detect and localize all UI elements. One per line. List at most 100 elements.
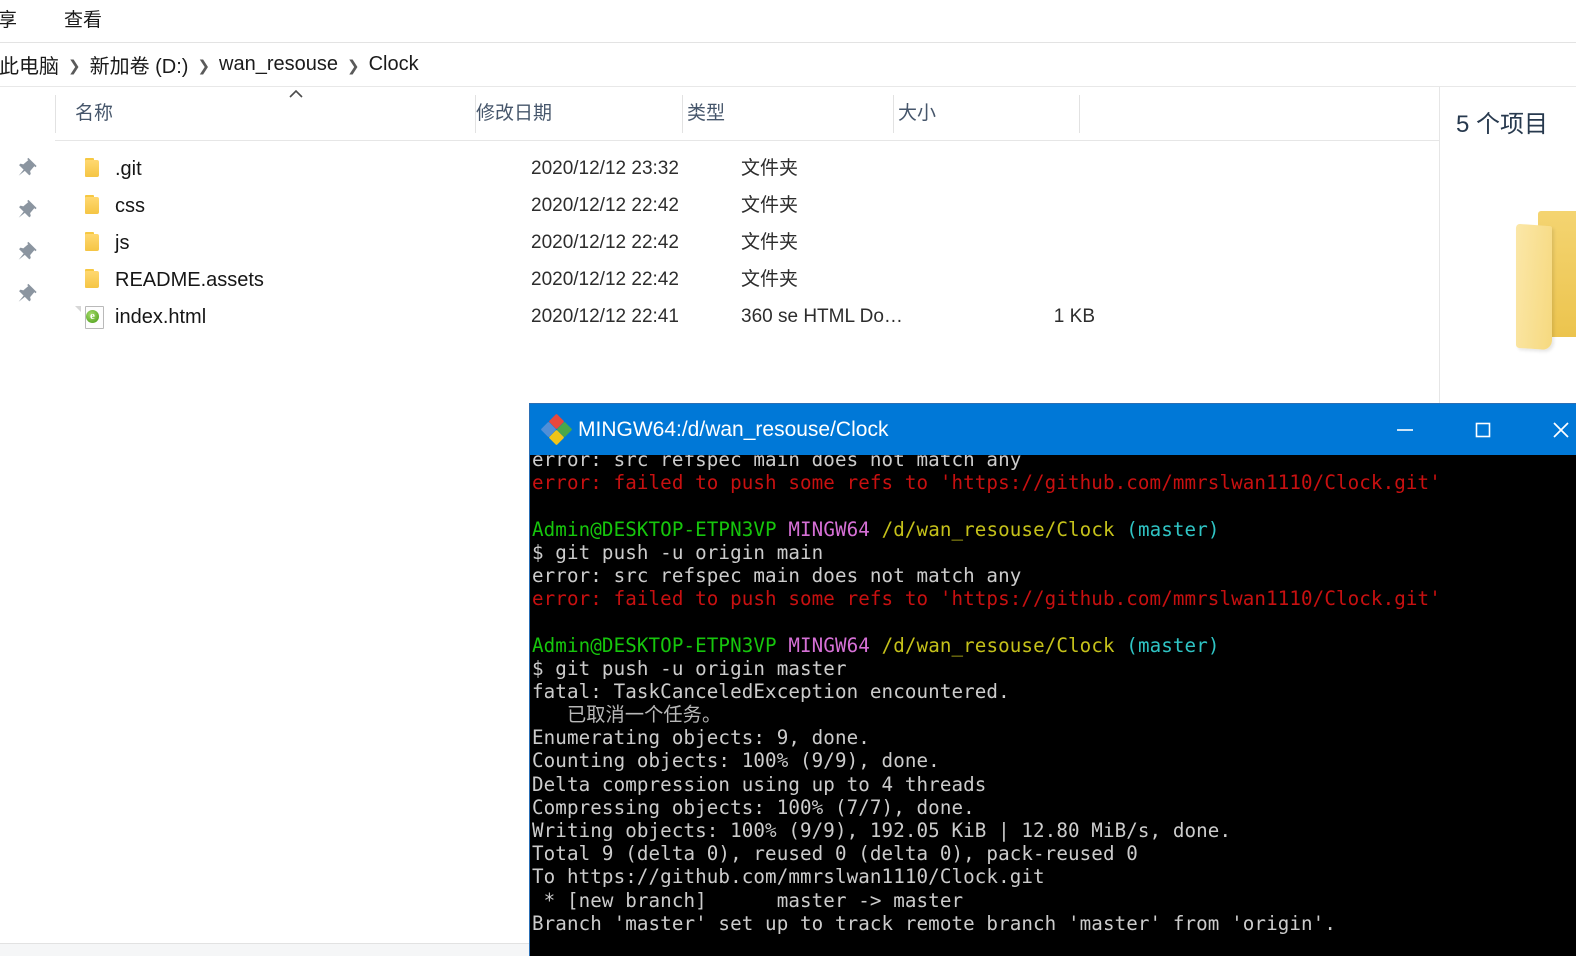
- maximize-icon[interactable]: [1452, 404, 1514, 455]
- file-size: [985, 262, 1095, 298]
- terminal-span: To https://github.com/mmrslwan1110/Clock…: [532, 865, 1045, 889]
- terminal-span: [777, 518, 789, 541]
- mingw64-terminal-window[interactable]: MINGW64:/d/wan_resouse/Clock error: src …: [530, 404, 1576, 956]
- navigation-pane: [0, 87, 56, 956]
- terminal-title-text: MINGW64:/d/wan_resouse/Clock: [578, 418, 889, 441]
- pin-icon[interactable]: [13, 239, 39, 265]
- terminal-span: (master): [1126, 633, 1220, 657]
- terminal-line: fatal: TaskCanceledException encountered…: [532, 680, 1576, 703]
- terminal-line: Enumerating objects: 9, done.: [532, 726, 1576, 749]
- file-date-modified: 2020/12/12 22:42: [531, 269, 679, 290]
- file-type: 文件夹: [741, 195, 799, 216]
- terminal-line: error: failed to push some refs to 'http…: [532, 587, 1576, 610]
- minimize-icon[interactable]: [1374, 404, 1436, 455]
- file-type: 文件夹: [741, 232, 799, 253]
- address-bar[interactable]: 此电脑 ❯ 新加卷 (D:) ❯ wan_resouse ❯ Clock: [0, 43, 1576, 87]
- terminal-span: Counting objects: 100% (9/9), done.: [532, 749, 940, 773]
- ribbon-tab-view[interactable]: 查看: [56, 4, 110, 38]
- terminal-span: fatal: TaskCanceledException encountered…: [532, 679, 1010, 703]
- file-date-modified: 2020/12/12 22:42: [531, 232, 679, 253]
- terminal-span: MINGW64: [788, 633, 870, 657]
- terminal-span: [1115, 634, 1127, 657]
- terminal-line: Compressing objects: 100% (7/7), done.: [532, 796, 1576, 819]
- terminal-line: Delta compression using up to 4 threads: [532, 773, 1576, 796]
- file-name: README.assets: [115, 269, 264, 291]
- column-header-row: 名称 修改日期 类型 大小: [55, 87, 1440, 141]
- file-date-modified: 2020/12/12 23:32: [531, 158, 679, 179]
- pin-icon[interactable]: [13, 281, 39, 307]
- terminal-line: $ git push -u origin master: [532, 657, 1576, 680]
- terminal-span: 已取消一个任务。: [532, 703, 722, 727]
- terminal-span: Branch 'master' set up to track remote b…: [532, 911, 1336, 935]
- terminal-span: Admin@DESKTOP-ETPN3VP: [532, 633, 777, 657]
- file-date-modified: 2020/12/12 22:41: [531, 306, 679, 327]
- pin-icon[interactable]: [13, 155, 39, 181]
- terminal-line: error: src refspec main does not match a…: [532, 564, 1576, 587]
- terminal-span: [870, 518, 882, 541]
- ribbon-tab-share[interactable]: 享: [0, 4, 25, 38]
- file-date-modified: 2020/12/12 22:42: [531, 195, 679, 216]
- file-size: [985, 188, 1095, 224]
- ribbon-tab-strip: 享 查看: [0, 0, 1576, 43]
- terminal-span: Enumerating objects: 9, done.: [532, 726, 870, 750]
- terminal-span: Writing objects: 100% (9/9), 192.05 KiB …: [532, 819, 1232, 842]
- table-row[interactable]: .git 2020/12/12 23:32 文件夹: [55, 151, 1440, 187]
- breadcrumb-separator-icon: ❯: [68, 57, 81, 75]
- column-header-size[interactable]: 大小: [898, 87, 936, 140]
- pin-icon[interactable]: [13, 197, 39, 223]
- terminal-title-bar[interactable]: MINGW64:/d/wan_resouse/Clock: [530, 404, 1576, 455]
- breadcrumb-item-wan-resouse[interactable]: wan_resouse: [212, 51, 345, 78]
- terminal-span: error: src refspec main does not match a…: [532, 455, 1022, 471]
- terminal-line: Total 9 (delta 0), reused 0 (delta 0), p…: [532, 842, 1576, 865]
- terminal-output-area[interactable]: error: src refspec main does not match a…: [530, 455, 1576, 956]
- table-row[interactable]: js 2020/12/12 22:42 文件夹: [55, 225, 1440, 261]
- terminal-span: [1115, 518, 1127, 541]
- file-type: 文件夹: [741, 269, 799, 290]
- column-header-date-modified[interactable]: 修改日期: [476, 87, 552, 140]
- breadcrumb-item-clock[interactable]: Clock: [362, 51, 426, 78]
- terminal-span: [777, 634, 789, 657]
- folder-icon: [83, 194, 107, 218]
- html-doc-icon: e: [75, 305, 107, 329]
- column-header-name[interactable]: 名称: [75, 87, 113, 140]
- folder-icon: [83, 268, 107, 292]
- terminal-text: error: src refspec main does not match a…: [532, 455, 1576, 935]
- terminal-line: Writing objects: 100% (9/9), 192.05 KiB …: [532, 819, 1576, 842]
- terminal-span: error: failed to push some refs to 'http…: [532, 587, 1441, 611]
- breadcrumb-item-this-pc[interactable]: 此电脑: [0, 48, 66, 81]
- file-name: js: [115, 232, 130, 254]
- terminal-line: 已取消一个任务。: [532, 703, 1576, 726]
- file-type: 文件夹: [741, 158, 799, 179]
- terminal-span: Admin@DESKTOP-ETPN3VP: [532, 517, 777, 541]
- breadcrumb-item-drive-d[interactable]: 新加卷 (D:): [83, 48, 196, 81]
- terminal-span: Delta compression using up to 4 threads: [532, 772, 987, 796]
- file-type: 360 se HTML Do…: [741, 306, 903, 327]
- terminal-span: $ git push -u origin main: [532, 540, 824, 564]
- folder-thumbnail-icon: [1516, 209, 1576, 351]
- breadcrumb-separator-icon: ❯: [197, 57, 211, 75]
- sort-ascending-icon: [288, 88, 304, 102]
- terminal-line: $ git push -u origin main: [532, 541, 1576, 564]
- terminal-line: Admin@DESKTOP-ETPN3VP MINGW64 /d/wan_res…: [532, 634, 1576, 657]
- file-name: index.html: [115, 306, 207, 328]
- terminal-span: MINGW64: [788, 517, 870, 541]
- terminal-line: To https://github.com/mmrslwan1110/Clock…: [532, 865, 1576, 888]
- breadcrumb: 此电脑 ❯ 新加卷 (D:) ❯ wan_resouse ❯ Clock: [0, 43, 426, 86]
- terminal-span: /d/wan_resouse/Clock: [881, 633, 1115, 657]
- column-header-type[interactable]: 类型: [687, 87, 725, 140]
- terminal-span: Compressing objects: 100% (7/7), done.: [532, 795, 975, 819]
- table-row[interactable]: README.assets 2020/12/12 22:42 文件夹: [55, 262, 1440, 298]
- file-size: 1 KB: [1053, 306, 1095, 327]
- table-row[interactable]: css 2020/12/12 22:42 文件夹: [55, 188, 1440, 224]
- file-size: [985, 225, 1095, 261]
- breadcrumb-separator-icon: ❯: [347, 57, 360, 75]
- close-icon[interactable]: [1530, 404, 1576, 455]
- mingw64-logo-icon: [540, 413, 573, 446]
- terminal-line: Branch 'master' set up to track remote b…: [532, 912, 1576, 935]
- terminal-line: Counting objects: 100% (9/9), done.: [532, 749, 1576, 772]
- table-row[interactable]: e index.html 2020/12/12 22:41 360 se HTM…: [55, 299, 1440, 335]
- terminal-line: * [new branch] master -> master: [532, 889, 1576, 912]
- terminal-span: [870, 634, 882, 657]
